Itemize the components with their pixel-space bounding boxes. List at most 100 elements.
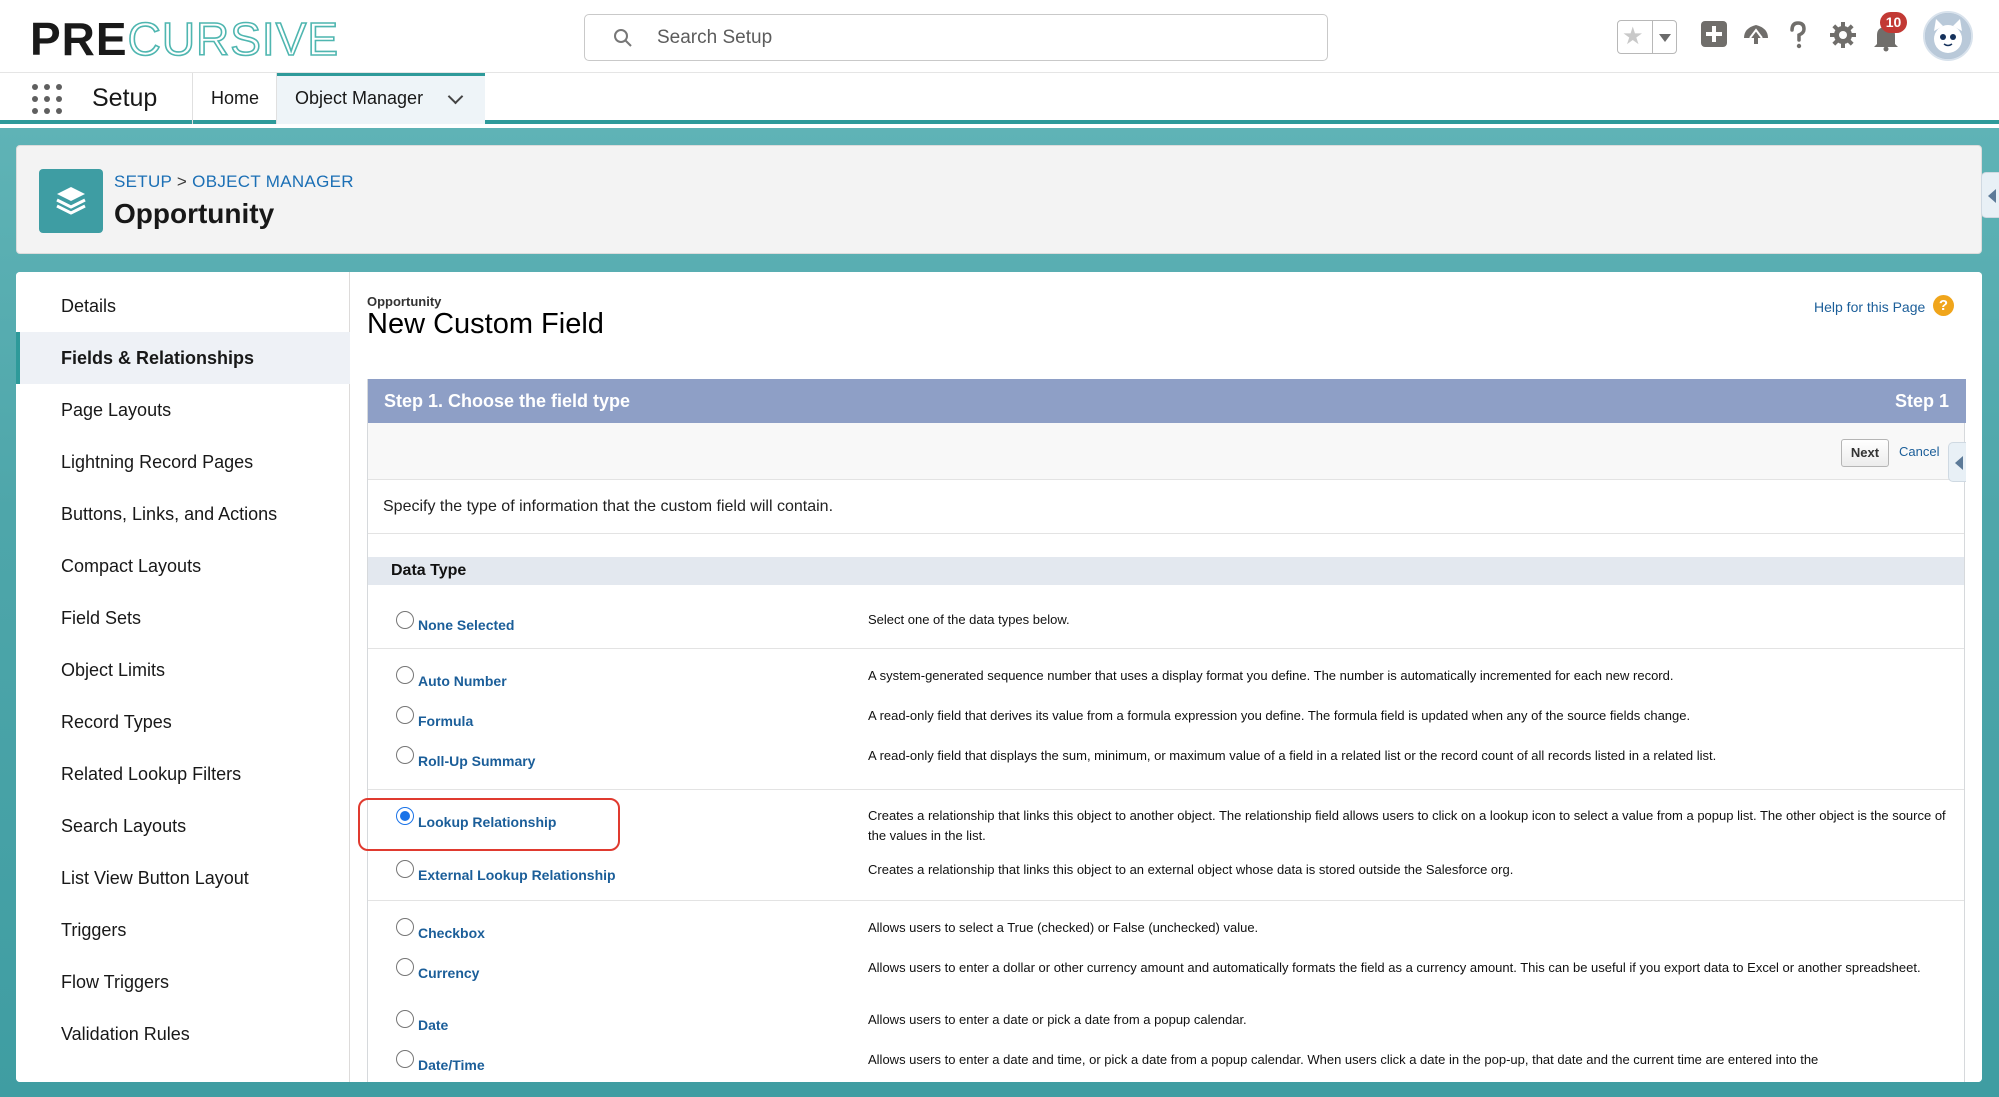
option-label[interactable]: Checkbox (418, 925, 485, 941)
intro-text: Specify the type of information that the… (383, 498, 834, 515)
data-type-option: Date/Time Allows users to enter a date a… (368, 1033, 1964, 1073)
radio-currency[interactable] (396, 958, 414, 976)
help-link[interactable]: Help for this Page (1814, 299, 1925, 315)
radio-roll-up-summary[interactable] (396, 746, 414, 764)
sidebar-item-compact-layouts[interactable]: Compact Layouts (16, 540, 350, 592)
chevron-down-icon[interactable] (447, 88, 464, 105)
sidebar-item-label: Triggers (61, 920, 127, 940)
sidebar-item-list-view-button-layout[interactable]: List View Button Layout (16, 852, 350, 904)
add-icon[interactable] (1700, 20, 1728, 48)
data-type-option: None Selected Select one of the data typ… (368, 585, 1964, 647)
sidebar-item-label: Details (61, 296, 117, 316)
help-icon[interactable] (1784, 20, 1812, 50)
option-label[interactable]: Auto Number (418, 673, 507, 689)
sidebar-item-fields-relationships[interactable]: Fields & Relationships (16, 332, 350, 384)
data-type-option: Checkbox Allows users to select a True (… (368, 901, 1964, 941)
data-type-option: Roll-Up Summary A read-only field that d… (368, 729, 1964, 769)
sidebar-item-page-layouts[interactable]: Page Layouts (16, 384, 350, 436)
option-description: Allows users to enter a date or pick a d… (868, 1012, 1247, 1027)
sidebar-item-details[interactable]: Details (16, 280, 350, 332)
option-label[interactable]: Date (418, 1017, 448, 1033)
sidebar-item-triggers[interactable]: Triggers (16, 904, 350, 956)
option-description: Creates a relationship that links this o… (868, 862, 1514, 877)
panel-expand-tab[interactable] (1948, 442, 1966, 482)
divider (368, 533, 1964, 534)
radio-checkbox[interactable] (396, 918, 414, 936)
radio-auto-number[interactable] (396, 666, 414, 684)
tab-home-label: Home (211, 88, 260, 108)
breadcrumb: SETUP > OBJECT MANAGER (114, 172, 354, 192)
sidebar-item-label: Object Limits (61, 660, 166, 680)
trailhead-icon[interactable] (1741, 20, 1771, 48)
app-launcher-icon[interactable] (32, 84, 62, 114)
logo-part-2: CURSIVE (127, 12, 340, 66)
option-label[interactable]: None Selected (418, 617, 514, 633)
tab-object-manager[interactable]: Object Manager (277, 73, 485, 124)
chevron-left-icon (1988, 189, 1996, 203)
option-label[interactable]: Formula (418, 713, 473, 729)
object-name-label: Opportunity (367, 294, 442, 309)
sidebar-item-validation-rules[interactable]: Validation Rules (16, 1008, 350, 1060)
data-type-option: Currency Allows users to enter a dollar … (368, 941, 1964, 993)
sidebar-item-label: Related Lookup Filters (61, 764, 242, 784)
company-logo[interactable]: PRECURSIVE (30, 12, 339, 66)
sidebar-item-label: Compact Layouts (61, 556, 202, 576)
search-input[interactable] (657, 24, 1297, 52)
sidebar-item-label: Fields & Relationships (61, 348, 255, 368)
favorites-button[interactable]: ★ (1617, 20, 1677, 54)
option-label[interactable]: External Lookup Relationship (418, 867, 616, 883)
object-layers-icon (39, 169, 103, 233)
option-description: Select one of the data types below. (868, 612, 1070, 627)
sidebar-item-record-types[interactable]: Record Types (16, 696, 350, 748)
sidebar-item-label: Lightning Record Pages (61, 452, 254, 472)
sidebar-item-buttons-links-actions[interactable]: Buttons, Links, and Actions (16, 488, 350, 540)
radio-formula[interactable] (396, 706, 414, 724)
tab-home[interactable]: Home (192, 73, 277, 124)
help-circle-icon[interactable]: ? (1933, 295, 1954, 316)
option-label[interactable]: Roll-Up Summary (418, 753, 535, 769)
breadcrumb-object-manager[interactable]: OBJECT MANAGER (192, 172, 354, 191)
sidebar-item-flow-triggers[interactable]: Flow Triggers (16, 956, 350, 1008)
favorites-dropdown-icon[interactable] (1659, 34, 1671, 42)
option-description: A system-generated sequence number that … (868, 668, 1674, 683)
notification-badge: 10 (1880, 12, 1907, 33)
step-panel: Step 1. Choose the field type Step 1 Nex… (367, 379, 1966, 1082)
step-header: Step 1. Choose the field type Step 1 (368, 379, 1966, 423)
sidebar-item-label: Flow Triggers (61, 972, 170, 992)
global-search[interactable] (584, 14, 1328, 61)
next-button[interactable]: Next (1841, 439, 1889, 467)
panel-collapse-tab[interactable] (1981, 172, 1999, 218)
app-name: Setup (92, 84, 158, 112)
data-type-option: Formula A read-only field that derives i… (368, 689, 1964, 729)
avatar[interactable] (1923, 11, 1973, 61)
cancel-link[interactable]: Cancel (1899, 444, 1939, 459)
sidebar-item-label: List View Button Layout (61, 868, 249, 888)
sidebar-item-related-lookup-filters[interactable]: Related Lookup Filters (16, 748, 350, 800)
global-header: PRECURSIVE ★ (0, 0, 1999, 73)
step-number: Step 1 (1894, 391, 1949, 411)
option-label[interactable]: Date/Time (418, 1057, 485, 1073)
button-row: Next Cancel (368, 423, 1966, 482)
option-description: Allows users to enter a date and time, o… (868, 1052, 1819, 1067)
chevron-left-icon (1955, 456, 1963, 470)
sidebar-item-search-layouts[interactable]: Search Layouts (16, 800, 350, 852)
radio-none-selected[interactable] (396, 611, 414, 629)
option-description: Allows users to enter a dollar or other … (868, 960, 1921, 975)
sidebar-item-field-sets[interactable]: Field Sets (16, 592, 350, 644)
logo-part-1: PRE (30, 13, 128, 65)
radio-date-time[interactable] (396, 1050, 414, 1068)
data-type-option: Date Allows users to enter a date or pic… (368, 993, 1964, 1033)
sidebar-item-label: Buttons, Links, and Actions (61, 504, 278, 524)
context-nav-bar: Setup Home Object Manager (0, 73, 1999, 124)
page-title: Opportunity (114, 198, 275, 229)
data-type-header: Data Type (368, 557, 1964, 585)
radio-date[interactable] (396, 1010, 414, 1028)
radio-external-lookup-relationship[interactable] (396, 860, 414, 878)
option-label[interactable]: Currency (418, 965, 479, 981)
gear-icon[interactable] (1828, 20, 1858, 50)
new-custom-field-title: New Custom Field (367, 308, 604, 340)
breadcrumb-setup[interactable]: SETUP (114, 172, 172, 191)
sidebar-item-lightning-record-pages[interactable]: Lightning Record Pages (16, 436, 350, 488)
sidebar-item-object-limits[interactable]: Object Limits (16, 644, 350, 696)
option-description: A read-only field that derives its value… (868, 708, 1691, 723)
